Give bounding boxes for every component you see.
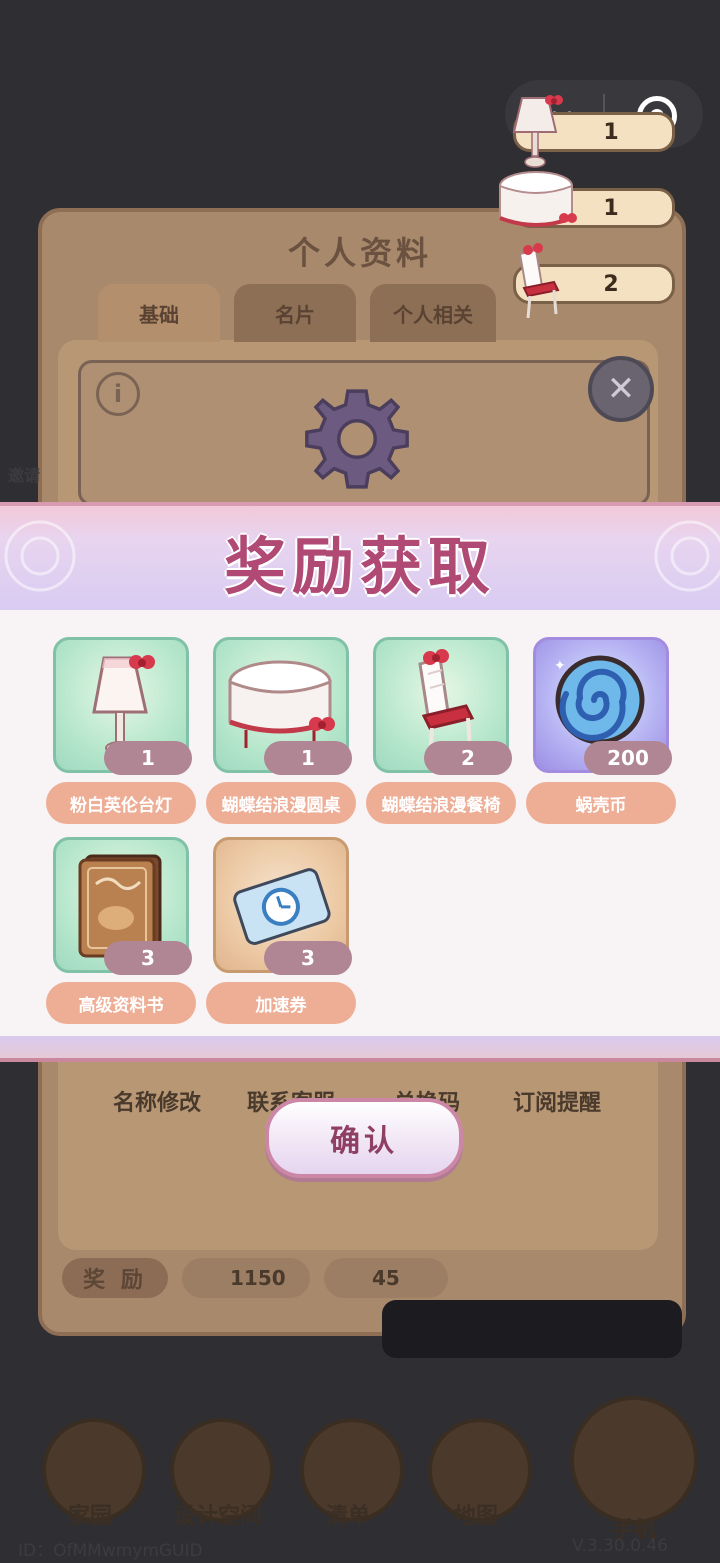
rename-button: 名称修改 — [112, 1091, 201, 1116]
reward-item-name: 高级资料书 — [46, 982, 196, 1024]
reward-item-name: 加速券 — [206, 982, 356, 1024]
tab-personal[interactable]: 个人相关 — [370, 284, 496, 342]
subscribe-reminder-button: 订阅提醒 — [512, 1091, 601, 1116]
tooltip-bubble — [382, 1300, 682, 1358]
reward-banner-footer — [0, 1036, 720, 1062]
table-lamp-icon — [512, 95, 563, 168]
reward-item-qty: 2 — [424, 741, 512, 775]
reward-item-qty: 200 — [584, 741, 672, 775]
reward-item[interactable]: 2 蝴蝶结浪漫餐椅 — [366, 637, 516, 827]
nav-map-label: 地图 — [453, 1504, 498, 1529]
reward-item-name: 蜗壳币 — [526, 782, 676, 824]
nav-home-label: 家园 — [67, 1504, 112, 1529]
side-invite-label: 邀请 — [8, 466, 41, 485]
svg-text:✦: ✦ — [554, 658, 566, 674]
reward-item-name: 粉白英伦台灯 — [46, 782, 196, 824]
nav-list-label: 清单 — [325, 1504, 370, 1529]
reward-item-qty: 3 — [264, 941, 352, 975]
reward-item[interactable]: 1 蝴蝶结浪漫圆桌 — [206, 637, 356, 827]
info-icon[interactable]: i — [96, 372, 140, 416]
reward-item-qty: 3 — [104, 941, 192, 975]
round-table-icon — [499, 171, 577, 227]
reward-item-qty: 1 — [264, 741, 352, 775]
version-label: V.3.30.0.46 — [572, 1536, 668, 1556]
reward-item-qty: 1 — [104, 741, 192, 775]
close-icon[interactable]: ✕ — [588, 356, 654, 422]
reward-item[interactable]: 1 粉白英伦台灯 — [46, 637, 196, 827]
gear-icon — [305, 389, 409, 489]
chair-icon — [518, 243, 560, 319]
reward-item-name: 蝴蝶结浪漫圆桌 — [206, 782, 356, 824]
nav-design-label: 设计空间 — [173, 1504, 262, 1529]
reward-item[interactable]: 3 加速券 — [206, 837, 356, 1027]
reward-item-name: 蝴蝶结浪漫餐椅 — [366, 782, 516, 824]
reward-item[interactable]: 3 高级资料书 — [46, 837, 196, 1027]
confirm-button[interactable]: 确认 — [265, 1098, 463, 1178]
reward-title: 奖励获取 — [223, 530, 496, 603]
reward-item[interactable]: ✦ ✦ 200 蜗壳币 — [526, 637, 676, 827]
currency-coin-count: 1150 — [182, 1258, 310, 1298]
tab-card[interactable]: 名片 — [234, 284, 356, 342]
tab-basic[interactable]: 基础 — [98, 284, 220, 342]
user-id: ID：OfMMwmymGUID — [18, 1541, 203, 1561]
currency-shell-count: 45 — [324, 1258, 448, 1298]
nav-phone-icon[interactable] — [570, 1396, 698, 1524]
reward-label: 奖 励 — [62, 1258, 168, 1298]
